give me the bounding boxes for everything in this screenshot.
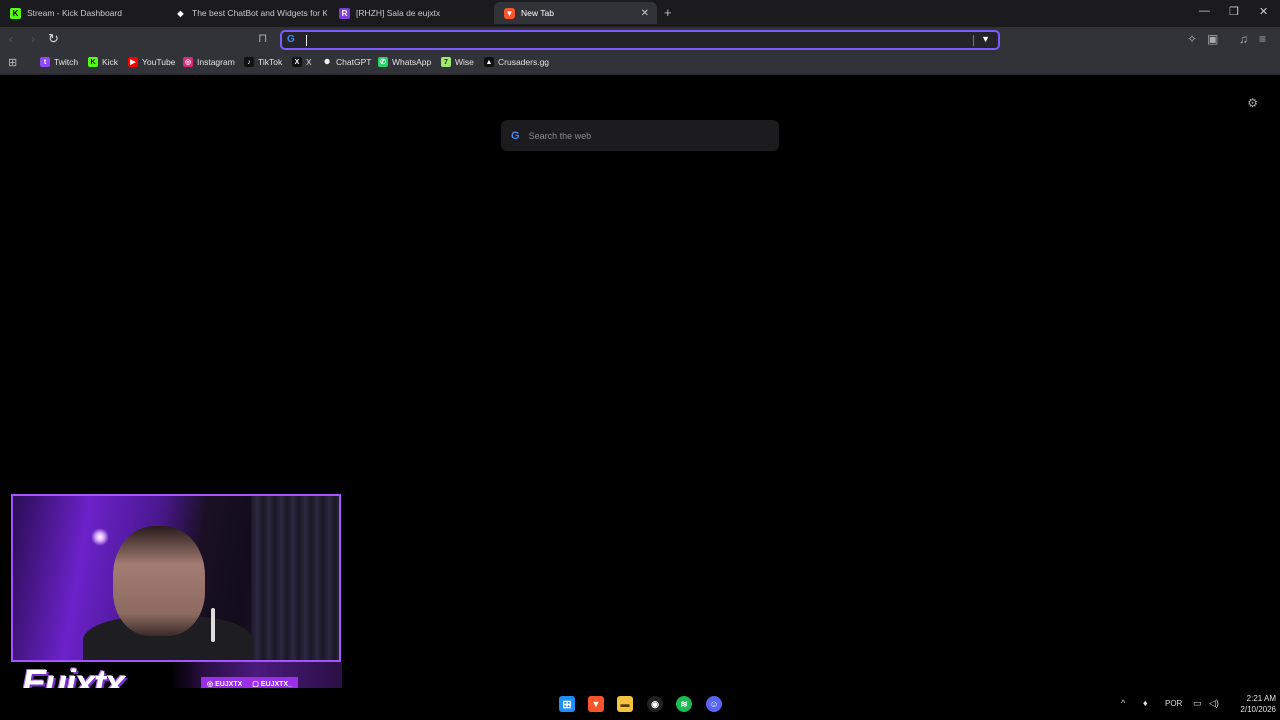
file-explorer-icon[interactable]: ▬: [617, 696, 633, 712]
bookmark-instagram[interactable]: ◎ Instagram: [183, 57, 235, 67]
bookmark-label: X: [306, 57, 312, 67]
brave-taskbar-icon[interactable]: ▼: [588, 696, 604, 712]
search-input[interactable]: [528, 130, 759, 141]
bookmark-kick[interactable]: K Kick: [88, 57, 118, 67]
search-box[interactable]: G: [501, 120, 779, 151]
apps-icon[interactable]: ⊞: [8, 56, 17, 69]
google-icon: G: [511, 129, 520, 142]
close-window-icon[interactable]: ✕: [1259, 5, 1268, 18]
clock[interactable]: 2:21 AM 2/10/2026: [1226, 693, 1276, 715]
instagram-handle: ◎ EUJXTX: [207, 681, 243, 688]
social-handle-2: EUJXTX_: [260, 681, 292, 688]
bookmark-icon[interactable]: ⊓: [258, 31, 267, 45]
bookmark-tiktok[interactable]: ♪ TikTok: [244, 57, 282, 67]
address-bar[interactable]: G ▼: [280, 30, 1000, 50]
bookmark-label: Kick: [102, 57, 119, 67]
kick-handle: ▢ EUJXTX_: [252, 681, 292, 688]
tab-title: Stream - Kick Dashboard: [27, 8, 122, 18]
media-icon[interactable]: ♫: [1239, 32, 1248, 46]
bookmark-twitch[interactable]: t Twitch: [40, 57, 78, 67]
tab-kick-dashboard[interactable]: K Stream - Kick Dashboard: [0, 2, 163, 24]
gear-icon[interactable]: ⚙: [1247, 96, 1258, 110]
bookmark-label: Wise: [455, 57, 474, 67]
text-caret: [306, 35, 307, 46]
restore-icon[interactable]: ❐: [1229, 5, 1239, 18]
toolbar: ‹ › ↻ ⊓ G ▼ ✧ ▣ ♫ ≡: [0, 27, 1280, 53]
social-handle-1: EUJXTX: [215, 681, 243, 688]
tiktok-icon: ♪: [244, 57, 254, 67]
x-icon: X: [292, 57, 302, 67]
bookmark-label: TikTok: [258, 57, 283, 67]
curtain-background: [251, 496, 339, 660]
clock-time: 2:21 AM: [1246, 694, 1276, 703]
screen: K Stream - Kick Dashboard ◆ The best Cha…: [0, 0, 1280, 720]
discord-icon[interactable]: ☺: [706, 696, 722, 712]
network-icon[interactable]: ▭: [1193, 698, 1202, 709]
instagram-icon: ◎: [183, 57, 193, 67]
extensions-icon[interactable]: ✧: [1187, 32, 1197, 46]
chatgpt-icon: ✺: [322, 57, 332, 67]
wallet-icon[interactable]: ▣: [1207, 32, 1218, 46]
back-icon[interactable]: ‹: [9, 32, 13, 46]
kick-icon: K: [10, 7, 21, 19]
kick-icon: K: [88, 57, 98, 67]
tab-title: [RHZH] Sala de eujxtx: [356, 8, 441, 18]
microphone: [211, 608, 215, 642]
ring-light: [91, 528, 109, 546]
clock-date: 2/10/2026: [1240, 705, 1276, 714]
twitch-icon: t: [40, 57, 50, 67]
brave-shields-icon[interactable]: ▼: [981, 34, 990, 44]
chevron-up-icon[interactable]: ^: [1121, 698, 1125, 708]
language-indicator[interactable]: POR: [1165, 699, 1182, 708]
streamer-face: [113, 526, 205, 636]
menu-icon[interactable]: ≡: [1259, 32, 1266, 46]
windows-start-icon[interactable]: ⊞: [559, 696, 575, 712]
taskbar: ⊞ ▼ ▬ ◉ ≋ ☺ ^ ♦ POR ▭ ◁) 2:21 AM 2/10/20…: [0, 688, 1280, 720]
bookmark-whatsapp[interactable]: ✆ WhatsApp: [378, 57, 431, 67]
whatsapp-icon: ✆: [378, 57, 388, 67]
webcam-overlay: [11, 494, 341, 662]
crusaders-icon: ▲: [484, 57, 494, 67]
tab-rhzh[interactable]: R [RHZH] Sala de eujxtx: [329, 2, 492, 24]
reload-icon[interactable]: ↻: [48, 31, 59, 47]
bookmark-wise[interactable]: 7 Wise: [441, 57, 474, 67]
google-icon: G: [287, 34, 295, 45]
bookmark-x[interactable]: X X: [292, 57, 312, 67]
microphone-icon[interactable]: ♦: [1143, 698, 1148, 708]
new-tab-icon[interactable]: +: [664, 5, 672, 20]
botrix-icon: ◆: [177, 8, 184, 18]
bookmark-label: Crusaders.gg: [498, 57, 550, 67]
address-separator: [973, 35, 974, 46]
brave-icon: ▼: [504, 7, 515, 19]
tab-strip: K Stream - Kick Dashboard ◆ The best Cha…: [0, 0, 1280, 27]
tab-title: The best ChatBot and Widgets for Ki: [192, 8, 327, 18]
wise-icon: 7: [441, 57, 451, 67]
bookmark-youtube[interactable]: ▶ YouTube: [128, 57, 175, 67]
bookmark-label: Instagram: [197, 57, 235, 67]
bookmark-label: Twitch: [54, 57, 79, 67]
bookmark-label: WhatsApp: [392, 57, 432, 67]
tab-title: New Tab: [521, 8, 554, 18]
youtube-icon: ▶: [128, 57, 138, 67]
close-tab-icon[interactable]: ✕: [641, 8, 649, 19]
bookmark-crusaders[interactable]: ▲ Crusaders.gg: [484, 57, 549, 67]
bookmark-label: YouTube: [142, 57, 176, 67]
bookmarks-bar: ⊞ t Twitch K Kick ▶ YouTube ◎ Instagram …: [0, 53, 1280, 75]
spotify-icon[interactable]: ≋: [676, 696, 692, 712]
tab-new-tab[interactable]: ▼ New Tab ✕: [494, 2, 657, 24]
rhzh-icon: R: [339, 7, 350, 19]
tab-botrix[interactable]: ◆ The best ChatBot and Widgets for Ki: [165, 2, 327, 24]
volume-icon[interactable]: ◁): [1209, 698, 1219, 709]
bookmark-chatgpt[interactable]: ✺ ChatGPT: [322, 57, 371, 67]
bookmark-label: ChatGPT: [336, 57, 372, 67]
forward-icon[interactable]: ›: [31, 32, 35, 46]
obs-icon[interactable]: ◉: [647, 696, 663, 712]
minimize-icon[interactable]: —: [1199, 5, 1210, 17]
